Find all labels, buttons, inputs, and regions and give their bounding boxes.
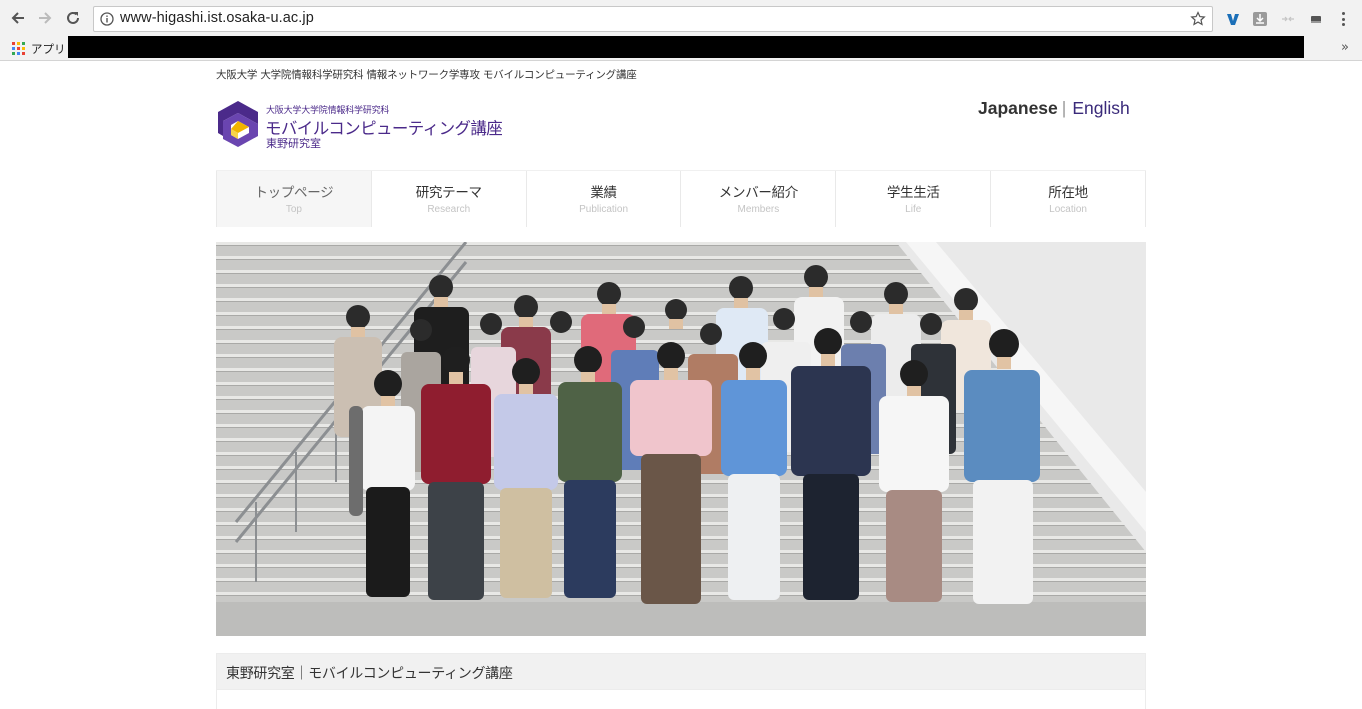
- nav-item-life[interactable]: 学生生活 Life: [836, 171, 992, 227]
- section-heading: 東野研究室｜モバイルコンピューティング講座: [216, 653, 1146, 690]
- bookmarks-bar: アプリ »: [0, 36, 1362, 61]
- bookmark-star-icon[interactable]: [1190, 11, 1206, 27]
- extension-arrows-icon[interactable]: [1279, 10, 1297, 28]
- reload-button[interactable]: [62, 7, 84, 29]
- back-button[interactable]: [7, 7, 29, 29]
- bookmarks-overflow-button[interactable]: »: [1341, 40, 1349, 55]
- section-heading-text: 東野研究室｜モバイルコンピューティング講座: [226, 666, 513, 682]
- logo-lab-name: 東野研究室: [266, 137, 321, 150]
- reload-icon: [67, 11, 79, 24]
- extension-v-icon[interactable]: [1224, 10, 1242, 28]
- site-logo[interactable]: 大阪大学大学院情報科学研究科 モバイルコンピューティング講座 東野研究室: [216, 99, 516, 151]
- browser-menu-icon[interactable]: [1336, 10, 1350, 28]
- apps-grid-icon[interactable]: [12, 42, 25, 55]
- lab-logo-icon: [218, 101, 258, 147]
- url-text[interactable]: www-higashi.ist.osaka-u.ac.jp: [120, 10, 314, 26]
- breadcrumb: 大阪大学 大学院情報科学研究科 情報ネットワーク学専攻 モバイルコンピューティン…: [216, 69, 637, 81]
- nav-item-research[interactable]: 研究テーマ Research: [371, 171, 527, 227]
- nav-item-label: 研究テーマ: [415, 185, 482, 201]
- nav-item-members[interactable]: メンバー紹介 Members: [681, 171, 837, 227]
- nav-item-sublabel: Research: [427, 204, 471, 215]
- nav-item-label: 所在地: [1048, 185, 1088, 201]
- nav-item-sublabel: Members: [737, 204, 780, 215]
- language-japanese-link[interactable]: Japanese: [978, 98, 1058, 118]
- group-photo-illustration: [216, 242, 1146, 636]
- global-navigation: トップページ Top 研究テーマ Research 業績 Publication…: [216, 170, 1146, 227]
- nav-item-location[interactable]: 所在地 Location: [991, 171, 1146, 227]
- forward-button[interactable]: [34, 7, 56, 29]
- apps-bookmark-label[interactable]: アプリ: [31, 41, 66, 57]
- nav-item-label: トップページ: [254, 185, 334, 201]
- download-extension-icon[interactable]: [1251, 10, 1269, 28]
- nav-item-label: 学生生活: [886, 185, 940, 201]
- info-icon[interactable]: [100, 12, 114, 26]
- extension-box-icon[interactable]: [1307, 10, 1325, 28]
- section-content: [216, 690, 1146, 709]
- nav-item-label: メンバー紹介: [718, 185, 799, 201]
- address-bar[interactable]: www-higashi.ist.osaka-u.ac.jp: [93, 6, 1213, 32]
- language-english-link[interactable]: English: [1072, 98, 1129, 118]
- nav-item-sublabel: Publication: [579, 204, 629, 215]
- nav-item-sublabel: Life: [905, 204, 922, 215]
- nav-item-publication[interactable]: 業績 Publication: [526, 171, 682, 227]
- redacted-bookmarks: [68, 36, 1304, 58]
- forward-arrow-icon: [39, 12, 52, 24]
- hero-group-photo: [216, 242, 1146, 636]
- language-separator: |: [1061, 98, 1067, 118]
- nav-item-top[interactable]: トップページ Top: [216, 171, 372, 227]
- nav-item-sublabel: Location: [1049, 204, 1087, 215]
- language-switcher: Japanese | English: [978, 98, 1130, 119]
- nav-item-label: 業績: [590, 185, 617, 201]
- nav-item-sublabel: Top: [285, 204, 302, 215]
- browser-toolbar: www-higashi.ist.osaka-u.ac.jp: [0, 0, 1362, 38]
- back-arrow-icon: [11, 12, 24, 24]
